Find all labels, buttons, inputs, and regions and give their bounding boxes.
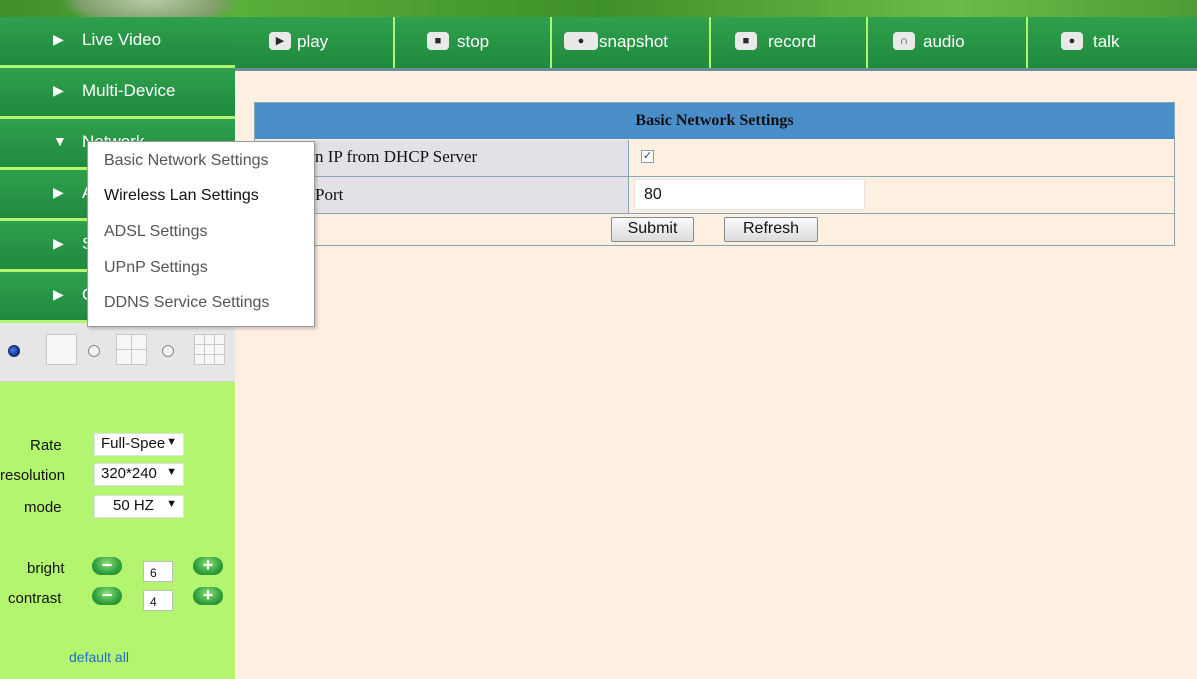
sidebar-item-live-video[interactable]: ▶ Live Video — [0, 17, 235, 67]
nine-view-icon — [194, 334, 225, 365]
menu-item-basic-network[interactable]: Basic Network Settings — [104, 152, 269, 170]
record-label: record — [768, 32, 817, 51]
rate-value: Full-Spee — [101, 435, 166, 452]
triangle-down-icon: ▼ — [53, 133, 67, 149]
sidebar-item-multi-device[interactable]: ▶ Multi-Device — [0, 68, 235, 118]
audio-button[interactable]: ∩ audio — [866, 17, 1026, 68]
microphone-icon: ● — [1061, 32, 1083, 50]
dhcp-checkbox[interactable]: ✓ — [641, 150, 654, 163]
play-icon: ▶ — [269, 32, 291, 50]
bright-value[interactable]: 6 — [143, 561, 173, 582]
resolution-label: resolution — [0, 467, 66, 484]
sidebar-item-label: Live Video — [82, 30, 162, 49]
resolution-value: 320*240 — [101, 465, 157, 482]
mode-label: mode — [24, 499, 62, 516]
stop-button[interactable]: ■ stop — [393, 17, 550, 68]
port-input[interactable]: 80 — [634, 179, 865, 210]
submit-button[interactable]: Submit — [611, 217, 694, 242]
row-divider — [255, 176, 1174, 177]
dhcp-label: n IP from DHCP Server — [315, 147, 478, 166]
network-submenu: Basic Network Settings Wireless Lan Sett… — [87, 141, 315, 327]
menu-item-adsl[interactable]: ADSL Settings — [104, 223, 207, 241]
mode-select[interactable]: 50 HZ ▼ — [94, 495, 184, 518]
port-label: Port — [315, 185, 344, 204]
snapshot-icon: ● — [564, 32, 598, 50]
triangle-right-icon: ▶ — [53, 184, 64, 200]
bright-label: bright — [27, 560, 65, 577]
toolbar: ▶ play ■ stop ● snapshot ■ record ∩ audi… — [235, 17, 1197, 68]
layout-4-radio[interactable] — [88, 345, 100, 357]
headphones-icon: ∩ — [893, 32, 915, 50]
contrast-label: contrast — [8, 590, 62, 607]
basic-network-settings-table: Basic Network Settings — [254, 102, 1175, 246]
quad-view-icon — [116, 334, 147, 365]
mode-value: 50 HZ — [113, 497, 154, 514]
sidebar-item-label: Multi-Device — [82, 81, 176, 100]
play-label: play — [297, 32, 329, 51]
audio-label: audio — [923, 32, 965, 51]
default-all-link[interactable]: default all — [69, 649, 129, 665]
play-button[interactable]: ▶ play — [235, 17, 393, 68]
menu-item-wireless-lan[interactable]: Wireless Lan Settings — [104, 187, 259, 205]
table-title: Basic Network Settings — [255, 103, 1174, 139]
chevron-down-icon: ▼ — [166, 466, 177, 478]
camera-icon: ■ — [735, 32, 757, 50]
snapshot-label: snapshot — [599, 32, 668, 51]
menu-item-upnp[interactable]: UPnP Settings — [104, 259, 208, 277]
record-button[interactable]: ■ record — [709, 17, 866, 68]
layout-selector — [0, 323, 235, 382]
top-banner — [0, 0, 1197, 30]
triangle-right-icon: ▶ — [53, 31, 64, 47]
rate-select[interactable]: Full-Spee ▼ — [94, 433, 184, 456]
refresh-button[interactable]: Refresh — [724, 217, 818, 242]
layout-9-radio[interactable] — [162, 345, 174, 357]
snapshot-button[interactable]: ● snapshot — [550, 17, 709, 68]
stop-icon: ■ — [427, 32, 449, 50]
bright-plus-button[interactable]: + — [193, 556, 223, 575]
row-divider — [255, 213, 1174, 214]
triangle-right-icon: ▶ — [53, 286, 64, 302]
column-divider — [628, 140, 629, 213]
triangle-right-icon: ▶ — [53, 82, 64, 98]
rate-label: Rate — [30, 437, 62, 454]
menu-item-ddns[interactable]: DDNS Service Settings — [104, 294, 269, 312]
resolution-select[interactable]: 320*240 ▼ — [94, 463, 184, 486]
contrast-minus-button[interactable]: − — [92, 586, 122, 605]
talk-button[interactable]: ● talk — [1026, 17, 1197, 68]
single-view-icon — [46, 334, 77, 365]
contrast-plus-button[interactable]: + — [193, 586, 223, 605]
stop-label: stop — [457, 32, 490, 51]
contrast-value[interactable]: 4 — [143, 590, 173, 611]
layout-1-radio[interactable] — [8, 345, 20, 357]
talk-label: talk — [1093, 32, 1120, 51]
toolbar-divider — [235, 68, 1197, 71]
chevron-down-icon: ▼ — [166, 436, 177, 448]
triangle-right-icon: ▶ — [53, 235, 64, 251]
chevron-down-icon: ▼ — [166, 498, 177, 510]
bright-minus-button[interactable]: − — [92, 556, 122, 575]
